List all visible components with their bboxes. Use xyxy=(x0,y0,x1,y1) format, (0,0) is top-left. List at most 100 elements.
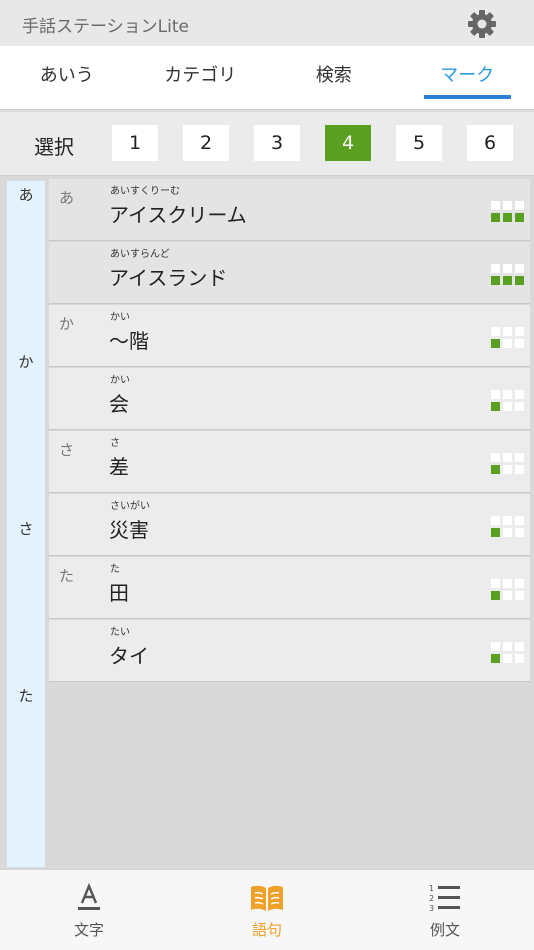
mark-square xyxy=(503,654,512,663)
mark-square xyxy=(515,528,524,537)
mark-square xyxy=(491,213,500,222)
mark-square xyxy=(491,654,500,663)
mark-square xyxy=(515,327,524,336)
word-reading: あいすくりーむ xyxy=(110,186,180,197)
kana-index: あ か さ た xyxy=(7,181,45,867)
index-item-a[interactable]: あ xyxy=(7,184,45,205)
group-label: か xyxy=(59,315,75,333)
mark-square xyxy=(515,339,524,348)
tab-aiu[interactable]: あいう xyxy=(0,46,134,110)
bottom-nav: 文字 語句 1 2 3 例文 xyxy=(0,869,534,950)
mark-square xyxy=(491,465,500,474)
list-item[interactable]: たい タイ xyxy=(49,620,530,682)
mark-square xyxy=(515,390,524,399)
mark-square xyxy=(503,339,512,348)
tab-mark[interactable]: マーク xyxy=(401,46,534,110)
mark-square xyxy=(515,264,524,273)
select-option-4[interactable]: 4 xyxy=(325,125,371,161)
list-item[interactable]: さ さ 差 xyxy=(49,431,530,493)
mark-square xyxy=(515,213,524,222)
word-title: タイ xyxy=(109,644,149,668)
list-item[interactable]: あいすらんど アイスランド xyxy=(49,242,530,304)
mark-square xyxy=(491,276,500,285)
select-option-6[interactable]: 6 xyxy=(467,125,513,161)
mark-square xyxy=(503,276,512,285)
word-reading: あいすらんど xyxy=(110,249,170,260)
select-option-3[interactable]: 3 xyxy=(254,125,300,161)
mark-level-indicator xyxy=(491,453,525,475)
mark-square xyxy=(503,642,512,651)
tab-bar: あいう カテゴリ 検索 マーク xyxy=(0,46,534,110)
nav-goku[interactable]: 語句 xyxy=(178,870,356,950)
mark-square xyxy=(491,528,500,537)
select-option-2[interactable]: 2 xyxy=(183,125,229,161)
index-item-ka[interactable]: か xyxy=(7,351,45,372)
index-item-ta[interactable]: た xyxy=(7,685,45,706)
tab-category[interactable]: カテゴリ xyxy=(134,46,268,110)
mark-square xyxy=(491,591,500,600)
list-item[interactable]: か かい ～階 xyxy=(49,305,530,367)
title-bar: 手話ステーションLite xyxy=(0,0,534,46)
nav-goku-label: 語句 xyxy=(251,921,282,939)
mark-level-indicator xyxy=(491,579,525,601)
mark-square xyxy=(515,201,524,210)
word-title: 田 xyxy=(109,581,129,605)
word-reading: た xyxy=(110,564,120,575)
word-reading: さ xyxy=(110,438,120,449)
mark-square xyxy=(491,327,500,336)
select-option-1[interactable]: 1 xyxy=(112,125,158,161)
mark-square xyxy=(503,465,512,474)
mark-square xyxy=(491,390,500,399)
mark-square xyxy=(515,465,524,474)
mark-selector: 選択 1 2 3 4 5 6 xyxy=(0,112,534,176)
gear-icon[interactable] xyxy=(466,8,498,40)
mark-square xyxy=(515,591,524,600)
nav-reibun[interactable]: 1 2 3 例文 xyxy=(356,870,534,950)
mark-square xyxy=(491,516,500,525)
mark-square xyxy=(503,264,512,273)
mark-square xyxy=(515,453,524,462)
mark-level-indicator xyxy=(491,264,525,286)
tab-search[interactable]: 検索 xyxy=(267,46,401,110)
open-book-icon xyxy=(251,885,283,911)
selector-label: 選択 xyxy=(34,135,74,159)
mark-square xyxy=(503,201,512,210)
select-option-5[interactable]: 5 xyxy=(396,125,442,161)
letter-a-icon xyxy=(78,882,100,910)
mark-square xyxy=(503,213,512,222)
mark-square xyxy=(515,402,524,411)
list-item[interactable]: さいがい 災害 xyxy=(49,494,530,556)
list-item[interactable]: かい 会 xyxy=(49,368,530,430)
word-reading: かい xyxy=(110,375,130,386)
word-title: ～階 xyxy=(109,329,149,353)
mark-square xyxy=(515,654,524,663)
mark-square xyxy=(515,276,524,285)
mark-square xyxy=(503,402,512,411)
index-item-sa[interactable]: さ xyxy=(7,518,45,539)
list-item[interactable]: た た 田 xyxy=(49,557,530,619)
mark-square xyxy=(491,402,500,411)
mark-square xyxy=(503,453,512,462)
mark-square xyxy=(515,516,524,525)
mark-square xyxy=(503,390,512,399)
word-title: アイスランド xyxy=(109,266,228,290)
svg-text:1: 1 xyxy=(429,884,434,893)
svg-text:2: 2 xyxy=(429,894,434,903)
nav-reibun-label: 例文 xyxy=(429,921,460,939)
list-item[interactable]: あ あいすくりーむ アイスクリーム xyxy=(49,179,530,241)
mark-square xyxy=(491,201,500,210)
mark-square xyxy=(503,579,512,588)
mark-square xyxy=(515,579,524,588)
group-label: あ xyxy=(59,189,75,207)
mark-square xyxy=(503,528,512,537)
mark-level-indicator xyxy=(491,642,525,664)
app-title: 手話ステーションLite xyxy=(22,17,189,37)
word-reading: たい xyxy=(110,627,130,638)
word-reading: かい xyxy=(110,312,130,323)
numbered-list-icon: 1 2 3 xyxy=(429,884,460,913)
word-title: アイスクリーム xyxy=(109,203,247,227)
group-label: た xyxy=(59,567,75,585)
mark-square xyxy=(503,327,512,336)
active-tab-indicator xyxy=(424,95,511,99)
nav-moji[interactable]: 文字 xyxy=(0,870,178,950)
